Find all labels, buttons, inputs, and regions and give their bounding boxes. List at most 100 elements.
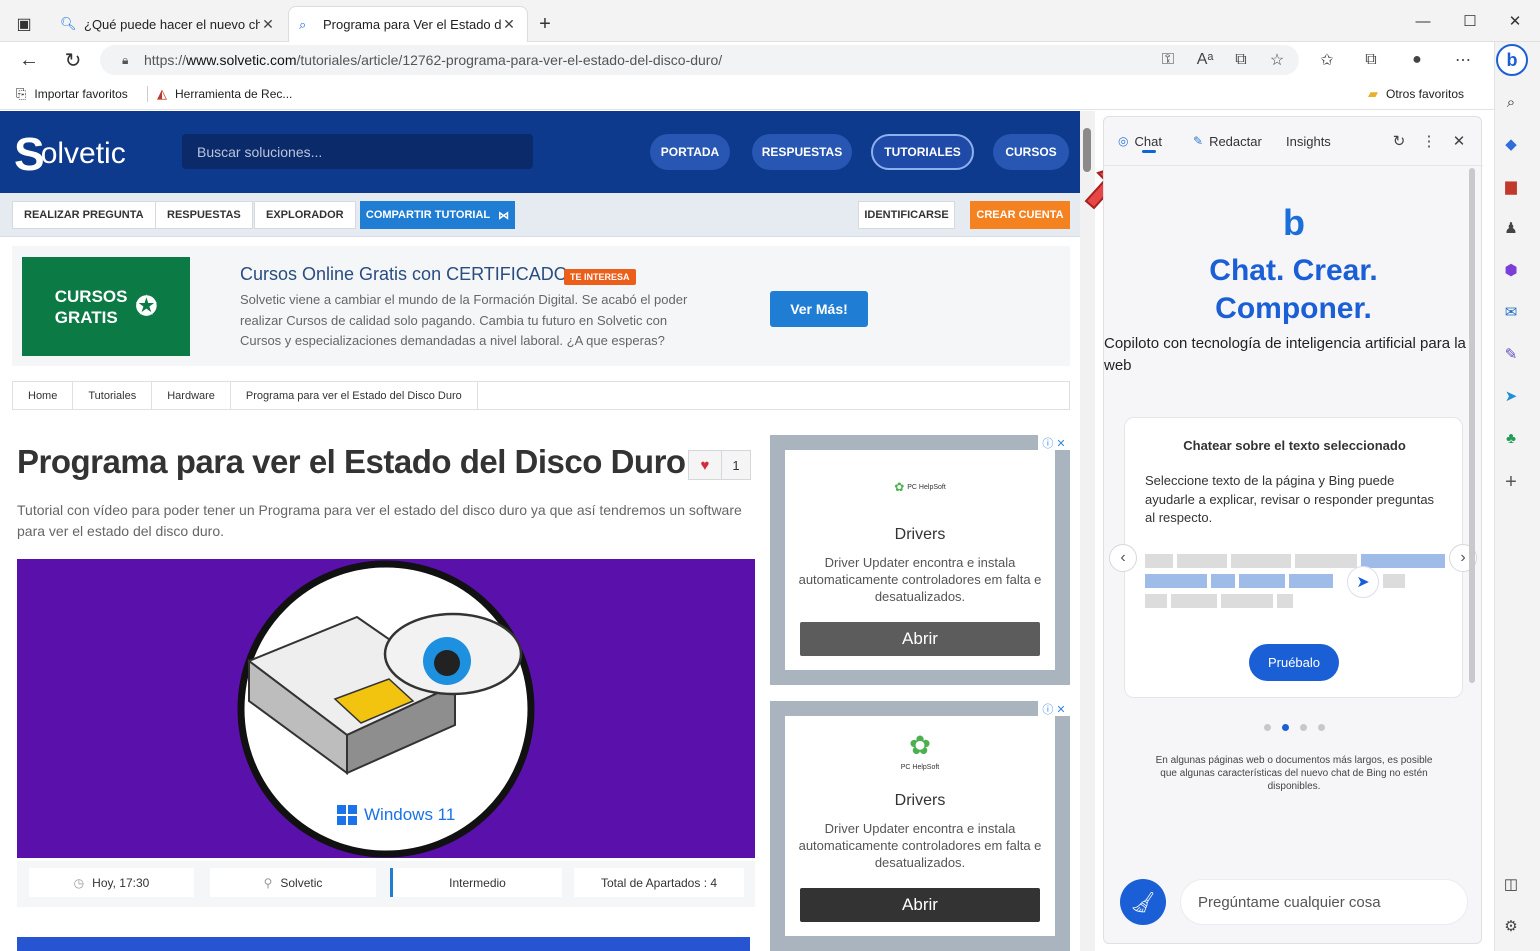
copilot-header: ◎ Chat ✎ Redactar Insights ↻ ⋮ ✕ — [1104, 117, 1483, 165]
collections-icon[interactable]: ⧉ — [1358, 48, 1384, 72]
favorite-tool[interactable]: ◭ Herramienta de Rec... — [157, 84, 292, 104]
tools-icon[interactable]: ▆ — [1497, 172, 1525, 200]
course-promo: CURSOS GRATIS ✪ Cursos Online Gratis con… — [12, 246, 1070, 366]
nav-tutoriales[interactable]: TUTORIALES — [871, 134, 974, 170]
profile-icon[interactable]: ● — [1404, 48, 1430, 72]
favorite-label: Importar favoritos — [34, 87, 128, 101]
more-options-icon[interactable]: ⋮ — [1417, 129, 1441, 153]
other-favorites[interactable]: ▰ Otros favoritos — [1368, 84, 1464, 104]
send-icon[interactable]: ➤ — [1497, 382, 1525, 410]
tab-actions-icon[interactable]: ▣ — [10, 10, 38, 38]
carousel-dot[interactable] — [1318, 724, 1325, 731]
read-aloud-icon[interactable]: Aᵃ — [1192, 48, 1218, 72]
availability-note: En algunas páginas web o documentos más … — [1155, 755, 1433, 792]
solvetic-logo[interactable]: S olvetic — [14, 121, 164, 187]
ad-close-icon[interactable]: ⓘ ✕ — [1038, 701, 1070, 716]
carousel-dot[interactable] — [1300, 724, 1307, 731]
divider — [1104, 165, 1483, 166]
breadcrumb-tutoriales[interactable]: Tutoriales — [73, 382, 153, 409]
more-icon[interactable]: ⋯ — [1450, 48, 1476, 72]
explorer-button[interactable]: EXPLORADOR — [254, 201, 356, 229]
copilot-tab-compose[interactable]: ✎ Redactar — [1193, 130, 1262, 152]
close-tab-icon[interactable]: ✕ — [501, 16, 517, 33]
games-icon[interactable]: ♟ — [1497, 214, 1525, 242]
breadcrumb-hardware[interactable]: Hardware — [152, 382, 231, 409]
copilot-scrollbar[interactable] — [1469, 168, 1475, 683]
like-button[interactable]: ♥ 1 — [688, 450, 751, 480]
ad-close-icon[interactable]: ⓘ ✕ — [1038, 435, 1070, 450]
copilot-tab-insights[interactable]: Insights — [1286, 130, 1331, 152]
breadcrumb-current[interactable]: Programa para ver el Estado del Disco Du… — [231, 382, 478, 409]
app-available-icon[interactable]: ⧉ — [1228, 48, 1254, 72]
meta-time-text: Hoy, 17:30 — [92, 875, 150, 890]
bing-icon[interactable]: b — [1496, 44, 1528, 76]
refresh-button[interactable]: ↻ — [58, 46, 88, 74]
nav-respuestas[interactable]: RESPUESTAS — [752, 134, 852, 170]
try-it-button[interactable]: Pruébalo — [1249, 644, 1339, 681]
course-title[interactable]: Cursos Online Gratis con CERTIFICADO — [240, 264, 568, 285]
new-topic-broom-icon[interactable]: 🧹︎ — [1120, 879, 1166, 925]
badge-text: CURSOS GRATIS — [55, 286, 128, 328]
new-tab-button[interactable]: + — [532, 11, 558, 37]
favorites-icon[interactable]: ✩ — [1314, 48, 1340, 72]
login-button[interactable]: IDENTIFICARSE — [858, 201, 955, 229]
tree-icon[interactable]: ♣ — [1497, 424, 1525, 452]
favorite-import[interactable]: ⎘ Importar favoritos — [16, 84, 128, 104]
tab-label: Redactar — [1209, 133, 1262, 149]
meta-author-text: Solvetic — [280, 875, 323, 890]
answers-button[interactable]: RESPUESTAS — [155, 201, 253, 229]
ad-brand-text: PC HelpSoft — [907, 483, 946, 491]
ad-2: ⓘ ✕ ✿ PC HelpSoft Drivers Driver Updater… — [770, 701, 1070, 951]
web-page: S olvetic Buscar soluciones... PORTADA R… — [0, 111, 1080, 951]
ask-input[interactable]: Pregúntame cualquier cosa — [1180, 879, 1468, 925]
active-tab-indicator — [1142, 150, 1156, 153]
key-icon[interactable]: ⚿ — [1155, 48, 1181, 72]
breadcrumb-home[interactable]: Home — [13, 382, 74, 409]
search-icon: ⌕ — [299, 16, 307, 32]
tab-active[interactable]: ⌕ Programa para Ver el Estado del ✕ — [288, 6, 528, 42]
tab-inactive[interactable]: 🔍︎ ¿Qué puede hacer el nuevo chat ✕ — [50, 6, 286, 42]
see-more-button[interactable]: Ver Más! — [770, 291, 868, 327]
maximize-button[interactable]: ☐ — [1455, 8, 1485, 34]
breadcrumb: Home Tutoriales Hardware Programa para v… — [12, 381, 1070, 410]
minimize-button[interactable]: — — [1408, 8, 1438, 34]
page-scrollbar[interactable] — [1080, 111, 1095, 951]
ask-question-button[interactable]: REALIZAR PREGUNTA — [12, 201, 156, 229]
back-button[interactable]: ← — [14, 46, 44, 74]
close-tab-icon[interactable]: ✕ — [260, 16, 276, 33]
nav-cursos[interactable]: CURSOS — [993, 134, 1069, 170]
microsoft365-icon[interactable]: ⬢ — [1497, 256, 1525, 284]
courses-badge[interactable]: CURSOS GRATIS ✪ — [22, 257, 190, 356]
nav-portada[interactable]: PORTADA — [650, 134, 730, 170]
share-tutorial-button[interactable]: COMPARTIR TUTORIAL ⋈ — [360, 201, 515, 229]
ad-open-button[interactable]: Abrir — [800, 888, 1040, 922]
user-icon: ⚲ — [263, 875, 273, 890]
tool-icon: ◭ — [157, 86, 167, 101]
refresh-icon[interactable]: ↻ — [1387, 129, 1411, 153]
settings-icon[interactable]: ⚙ — [1497, 912, 1525, 940]
site-search-input[interactable]: Buscar soluciones... — [182, 134, 533, 169]
carousel-dot[interactable] — [1264, 724, 1271, 731]
close-icon[interactable]: ✕ — [1447, 129, 1471, 153]
meta-level: Intermedio — [390, 868, 562, 897]
close-window-button[interactable]: ✕ — [1500, 8, 1530, 34]
add-icon[interactable]: + — [1497, 468, 1525, 496]
sidebar-toggle-icon[interactable]: ◫ — [1497, 870, 1525, 898]
shopping-icon[interactable]: ◆ — [1497, 130, 1525, 158]
ad-open-button[interactable]: Abrir — [800, 622, 1040, 656]
carousel-prev-button[interactable]: ‹ — [1109, 544, 1137, 572]
copilot-tab-chat[interactable]: ◎ Chat — [1118, 130, 1162, 152]
brand-logo-icon: ✿ — [894, 480, 905, 494]
address-bar[interactable]: 🔒︎ https://www.solvetic.com/tutoriales/a… — [100, 45, 1299, 75]
meta-author[interactable]: ⚲ Solvetic — [210, 868, 376, 897]
tab-title: Programa para Ver el Estado del — [323, 17, 501, 32]
site-header: S olvetic Buscar soluciones... PORTADA R… — [0, 111, 1080, 193]
carousel-dot-active[interactable] — [1282, 724, 1289, 731]
create-account-button[interactable]: CREAR CUENTA — [970, 201, 1070, 229]
search-icon[interactable]: ⌕ — [1497, 88, 1525, 116]
heart-icon: ♥ — [700, 456, 710, 474]
designer-icon[interactable]: ✎ — [1497, 340, 1525, 368]
add-favorite-icon[interactable]: ☆ — [1264, 48, 1290, 72]
outlook-icon[interactable]: ✉ — [1497, 298, 1525, 326]
site-subnav: REALIZAR PREGUNTA RESPUESTAS EXPLORADOR … — [0, 193, 1080, 237]
